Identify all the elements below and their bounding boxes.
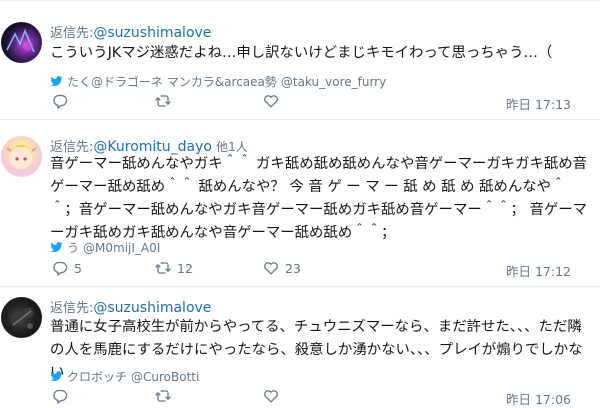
reply-button[interactable] [52, 93, 74, 109]
reply-to-line: 返信先:@suzushimalove [50, 22, 211, 41]
heart-icon [264, 262, 278, 275]
twitter-bird-icon [50, 76, 63, 87]
tweet-actions: 昨日 17:06 [52, 388, 585, 408]
tweet-text: 音ゲーマー舐めんなやガキ＾＾ ガキ舐め舐め舐めんなや音ゲーマーガキガキ舐め音ゲー… [50, 156, 588, 241]
tweet-2[interactable]: 返信先:@Kuromitu_dayo 他1人 音ゲーマー舐めんなやガキ＾＾ ガキ… [0, 120, 600, 285]
source-handle: @taku_vore_furry [280, 74, 387, 89]
reply-prefix: 返信先: [50, 26, 94, 41]
reply-button[interactable]: 5 [52, 260, 82, 276]
reply-count: 5 [74, 260, 82, 276]
avatar-art [6, 28, 35, 53]
source-handle: @CuroBotti [131, 369, 200, 384]
tweet-timestamp[interactable]: 昨日 17:12 [506, 261, 571, 280]
reply-handle-link[interactable]: @suzushimalove [93, 300, 211, 316]
tweet-1[interactable]: 返信先:@suzushimalove こういうJKマジ迷惑だよね…申し訳ないけど… [0, 0, 600, 116]
avatar[interactable] [1, 297, 42, 338]
reply-others[interactable]: 他1人 [216, 140, 248, 154]
source-name: クロボッチ [67, 370, 128, 384]
retweet-icon [155, 95, 171, 107]
tweet-timestamp[interactable]: 昨日 17:13 [506, 94, 571, 113]
source-name: う [67, 241, 80, 255]
source-handle: @M0mijI_A0I [83, 240, 161, 255]
heart-icon [264, 95, 278, 108]
tweet-source[interactable]: クロボッチ @CuroBotti [50, 368, 199, 385]
tweet-timestamp[interactable]: 昨日 17:06 [506, 389, 571, 408]
tweet-actions: 昨日 17:13 [52, 93, 585, 113]
twitter-bird-icon [50, 371, 63, 382]
retweet-button[interactable]: 12 [155, 260, 193, 276]
retweet-icon [155, 262, 171, 274]
avatar-art [6, 145, 37, 169]
reply-icon [53, 94, 68, 109]
reply-icon [53, 261, 68, 276]
avatar[interactable] [1, 136, 42, 177]
twitter-bird-icon [50, 242, 63, 253]
reply-to-line: 返信先:@suzushimalove [50, 297, 211, 316]
avatar-art [9, 307, 35, 329]
tweet-3[interactable]: 返信先:@suzushimalove 普通に女子高校生が前からやってる、チュウニ… [0, 287, 600, 407]
tweet-source[interactable]: たく@ドラゴーネ マンカラ&arcaea勢 @taku_vore_furry [50, 73, 386, 90]
like-button[interactable] [263, 93, 285, 109]
tweet-text: こういうJKマジ迷惑だよね…申し訳ないけどまじキモイわって思っちゃう…（ [50, 45, 553, 61]
like-button[interactable]: 23 [263, 260, 301, 276]
like-count: 23 [285, 260, 301, 276]
retweet-button[interactable] [155, 93, 177, 109]
avatar[interactable] [1, 22, 42, 63]
tweet-actions: 5 12 23 昨日 17:12 [52, 260, 585, 280]
tweet-source[interactable]: う @M0mijI_A0I [50, 239, 160, 256]
reply-handle-link[interactable]: @suzushimalove [93, 25, 211, 41]
reply-prefix: 返信先: [50, 301, 94, 316]
retweet-count: 12 [177, 260, 193, 276]
source-name: たく@ドラゴーネ マンカラ&arcaea勢 [67, 75, 277, 89]
